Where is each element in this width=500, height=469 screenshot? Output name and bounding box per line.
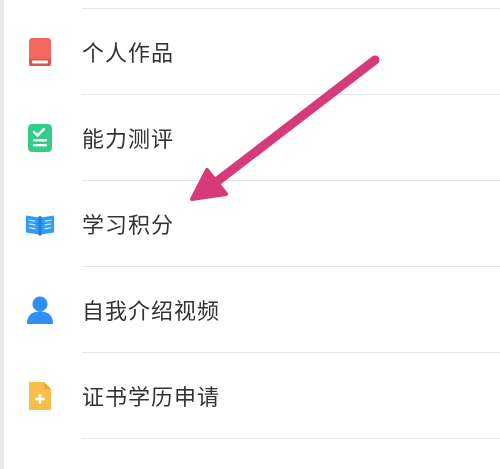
menu-item-study-points[interactable]: 学习积分: [0, 181, 500, 267]
menu-item-label: 自我介绍视频: [82, 300, 221, 325]
menu-item-ability-assessment[interactable]: 能力测评: [0, 95, 500, 181]
yellow-document-plus-icon: [24, 380, 56, 412]
blue-open-book-icon: [24, 208, 56, 240]
green-checklist-icon: [24, 122, 56, 154]
blue-person-icon: [24, 294, 56, 326]
red-book-icon: [24, 36, 56, 68]
menu-item-label: 个人作品: [82, 42, 175, 67]
menu-list: 个人作品 能力测评 学习积分 自我介绍视频 证书学历申请: [0, 9, 500, 439]
menu-item-label: 能力测评: [82, 128, 175, 153]
menu-item-certificate-application[interactable]: 证书学历申请: [0, 353, 500, 439]
row-divider: [82, 438, 500, 439]
menu-item-label: 学习积分: [82, 214, 175, 239]
menu-item-personal-works[interactable]: 个人作品: [0, 9, 500, 95]
menu-item-label: 证书学历申请: [82, 386, 221, 411]
menu-item-self-intro-video[interactable]: 自我介绍视频: [0, 267, 500, 353]
